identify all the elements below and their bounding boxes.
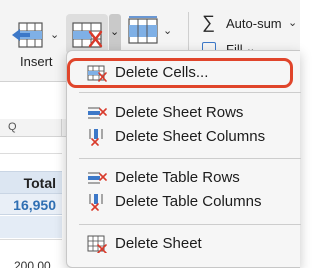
total-header-cell[interactable]: Total [0, 171, 62, 193]
delete-cells-icon [72, 22, 103, 48]
delete-dropdown-menu: Delete Cells... Delete Sheet Rows Delete… [66, 50, 301, 268]
insert-chevron-icon[interactable]: ⌄ [50, 28, 59, 41]
menu-item-delete-sheet[interactable]: Delete Sheet [67, 232, 301, 256]
highlight-annotation [67, 58, 293, 88]
delete-rows-icon [88, 172, 107, 184]
menu-item-delete-table-columns[interactable]: Delete Table Columns [67, 190, 301, 214]
table-cell[interactable] [0, 216, 62, 238]
format-chevron-icon[interactable]: ⌄ [163, 24, 172, 37]
menu-item-delete-sheet-columns[interactable]: Delete Sheet Columns [67, 125, 301, 149]
sigma-icon: ∑ [202, 12, 215, 32]
format-button[interactable]: ⌄ [122, 10, 174, 54]
autosum-label: Auto-sum [226, 16, 282, 31]
menu-item-label: Delete Sheet Rows [115, 104, 244, 121]
delete-sheet-icon [87, 235, 107, 253]
total-value-text: 16,950 [13, 197, 56, 213]
cell-value-partial: 200.00 [14, 259, 51, 268]
delete-rows-icon [88, 107, 107, 119]
menu-item-delete-sheet-rows[interactable]: Delete Sheet Rows [67, 101, 301, 125]
row-gridline [0, 239, 62, 240]
insert-button[interactable]: ⌄ Insert [6, 10, 68, 72]
total-value-cell[interactable]: 16,950 [0, 193, 62, 215]
delete-columns-icon [89, 194, 103, 211]
menu-item-delete-table-rows[interactable]: Delete Table Rows [67, 166, 301, 190]
column-header-q[interactable]: Q [0, 119, 62, 137]
menu-separator [79, 224, 301, 225]
delete-columns-icon [89, 129, 103, 146]
autosum-button[interactable]: ∑ Auto-sum ⌄ [202, 12, 300, 34]
format-cells-icon [128, 16, 158, 44]
menu-separator [79, 158, 301, 159]
insert-cells-icon [12, 22, 43, 48]
delete-dropdown-toggle[interactable]: ⌄ [109, 14, 121, 54]
menu-item-label: Delete Table Rows [115, 169, 240, 186]
delete-chevron-icon: ⌄ [110, 26, 120, 38]
row-gridline [0, 153, 62, 154]
total-header-text: Total [23, 175, 56, 191]
menu-item-label: Delete Sheet [115, 235, 202, 252]
insert-label: Insert [20, 54, 53, 69]
menu-separator [79, 92, 301, 93]
autosum-chevron-icon[interactable]: ⌄ [288, 16, 297, 29]
menu-item-label: Delete Table Columns [115, 193, 262, 210]
menu-item-label: Delete Sheet Columns [115, 128, 266, 145]
delete-button-face[interactable] [66, 14, 108, 54]
